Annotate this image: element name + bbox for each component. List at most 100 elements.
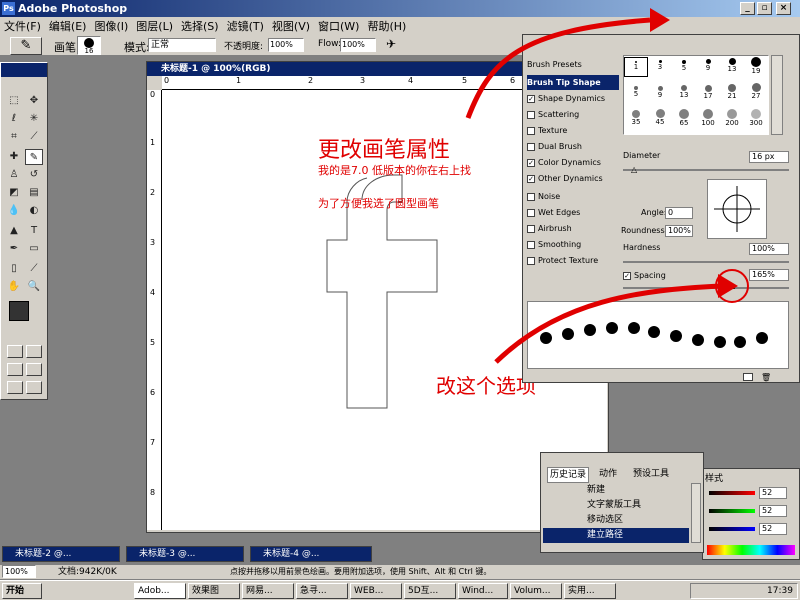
start-button[interactable]: 开始 xyxy=(2,583,42,599)
dodge-tool-icon[interactable]: ◐ xyxy=(25,203,43,219)
minimized-doc-3[interactable]: 未标题-3 @... xyxy=(126,546,244,562)
tip-3[interactable]: 3 xyxy=(648,57,672,77)
history-item-selected[interactable]: 建立路径 xyxy=(543,528,689,543)
new-brush-icon[interactable] xyxy=(743,373,753,381)
zoom-field[interactable]: 100% xyxy=(2,565,36,578)
green-slider[interactable] xyxy=(709,509,755,513)
tip-9[interactable]: 9 xyxy=(696,57,720,77)
blue-slider[interactable] xyxy=(709,527,755,531)
history-scrollbar[interactable] xyxy=(691,483,701,543)
flow-field[interactable]: 100% xyxy=(340,38,376,52)
scattering-checkbox[interactable] xyxy=(527,110,535,119)
tip-200[interactable]: 200 xyxy=(720,109,744,129)
tip-13[interactable]: 13 xyxy=(720,57,744,77)
hardness-slider[interactable] xyxy=(623,261,789,263)
menu-help[interactable]: 帮助(H) xyxy=(363,18,410,34)
jump-to-imageready-icon[interactable] xyxy=(7,381,23,394)
zoom-tool-icon[interactable]: 🔍 xyxy=(25,279,43,295)
brush-tool-icon[interactable]: ✎ xyxy=(25,149,43,165)
blue-field[interactable]: 52 xyxy=(759,523,787,535)
shape-dynamics-checkbox[interactable]: ✓ xyxy=(527,94,535,103)
taskbar-item[interactable]: 效果图 xyxy=(188,583,240,599)
menu-view[interactable]: 视图(V) xyxy=(268,18,314,34)
airbrush-checkbox[interactable] xyxy=(527,224,535,233)
menu-window[interactable]: 窗口(W) xyxy=(314,18,363,34)
taskbar-item[interactable]: Volum... xyxy=(510,583,562,599)
minimized-doc-4[interactable]: 未标题-4 @... xyxy=(250,546,372,562)
spacing-field[interactable]: 165% xyxy=(749,269,789,281)
menu-select[interactable]: 选择(S) xyxy=(177,18,223,34)
diameter-slider[interactable] xyxy=(623,169,789,171)
menu-file[interactable]: 文件(F) xyxy=(0,18,45,34)
diameter-slider-thumb[interactable]: △ xyxy=(631,165,637,174)
shape-dynamics-item[interactable]: ✓ Shape Dynamics xyxy=(527,91,619,106)
noise-item[interactable]: Noise xyxy=(527,189,619,204)
spacing-slider-thumb[interactable]: △ xyxy=(729,281,735,290)
screen-mode-standard-icon[interactable] xyxy=(7,363,23,376)
brush-picker[interactable]: 16 xyxy=(77,36,101,55)
taskbar-item[interactable]: Wind... xyxy=(458,583,508,599)
menu-layer[interactable]: 图层(L) xyxy=(132,18,177,34)
smoothing-item[interactable]: Smoothing xyxy=(527,237,619,252)
taskbar-item-photoshop[interactable]: Adob... xyxy=(134,583,186,599)
brush-tips-grid[interactable]: 1 3 5 9 13 19 5 9 13 17 21 27 35 45 65 1… xyxy=(623,55,769,135)
shape-tool-icon[interactable]: ▭ xyxy=(25,241,43,257)
diameter-field[interactable]: 16 px xyxy=(749,151,789,163)
roundness-field[interactable]: 100% xyxy=(665,225,693,237)
history-item[interactable]: 文字蒙版工具 xyxy=(543,498,689,513)
spacing-slider[interactable] xyxy=(623,287,789,289)
history-item[interactable]: 移动选区 xyxy=(543,513,689,528)
tip-1[interactable]: 1 xyxy=(624,57,648,77)
tip-5[interactable]: 5 xyxy=(672,57,696,77)
hand-tool-icon[interactable]: ✋ xyxy=(5,279,23,295)
marquee-tool-icon[interactable]: ⬚ xyxy=(5,93,23,109)
tab-history[interactable]: 历史记录 xyxy=(547,467,590,483)
red-field[interactable]: 52 xyxy=(759,487,787,499)
color-ramp[interactable] xyxy=(707,545,795,555)
taskbar-item[interactable]: 急寻... xyxy=(296,583,348,599)
scattering-item[interactable]: Scattering xyxy=(527,107,619,122)
tab-actions[interactable]: 动作 xyxy=(599,467,617,481)
tip-9-soft[interactable]: 9 xyxy=(648,83,672,103)
spacing-checkbox[interactable]: ✓ xyxy=(623,271,631,280)
pen-tool-icon[interactable]: ✒ xyxy=(5,241,23,257)
wet-edges-checkbox[interactable] xyxy=(527,208,535,217)
tip-5-soft[interactable]: 5 xyxy=(624,83,648,103)
screen-mode-full-icon[interactable] xyxy=(26,363,42,376)
texture-item[interactable]: Texture xyxy=(527,123,619,138)
wet-edges-item[interactable]: Wet Edges xyxy=(527,205,619,220)
type-tool-icon[interactable]: T xyxy=(25,223,43,239)
other-dynamics-checkbox[interactable]: ✓ xyxy=(527,174,535,183)
taskbar-item[interactable]: 5D互... xyxy=(404,583,456,599)
history-brush-icon[interactable]: ↺ xyxy=(25,167,43,183)
airbrush-item[interactable]: Airbrush xyxy=(527,221,619,236)
quickmask-mode-icon[interactable] xyxy=(26,345,42,358)
path-select-icon[interactable]: ▲ xyxy=(5,223,23,239)
tip-35[interactable]: 35 xyxy=(624,109,648,129)
eraser-tool-icon[interactable]: ◩ xyxy=(5,185,23,201)
history-item[interactable]: 新建 xyxy=(543,483,689,498)
brush-angle-preview[interactable] xyxy=(707,179,767,239)
crop-tool-icon[interactable]: ⌗ xyxy=(5,129,23,145)
move-tool-icon[interactable]: ✥ xyxy=(25,93,43,109)
tip-13-soft[interactable]: 13 xyxy=(672,83,696,103)
taskbar-item[interactable]: 实用... xyxy=(564,583,616,599)
other-dynamics-item[interactable]: ✓ Other Dynamics xyxy=(527,171,619,186)
standard-mode-icon[interactable] xyxy=(7,345,23,358)
tips-scrollbar[interactable] xyxy=(771,55,783,135)
tip-65[interactable]: 65 xyxy=(672,109,696,129)
tip-19[interactable]: 19 xyxy=(744,57,768,77)
tip-300[interactable]: 300 xyxy=(744,109,768,129)
brush-tool-preset[interactable]: ✎ xyxy=(10,37,42,55)
brush-presets-item[interactable]: Brush Presets xyxy=(527,57,619,72)
color-dynamics-checkbox[interactable]: ✓ xyxy=(527,158,535,167)
healing-brush-icon[interactable]: ✚ xyxy=(5,149,23,165)
minimized-doc-2[interactable]: 未标题-2 @... xyxy=(2,546,120,562)
blur-tool-icon[interactable]: 💧 xyxy=(5,203,23,219)
opacity-field[interactable]: 100% xyxy=(268,38,304,52)
magic-wand-icon[interactable]: ✳ xyxy=(25,111,43,127)
stamp-tool-icon[interactable]: ♙ xyxy=(5,167,23,183)
eyedropper-icon[interactable]: ⟋ xyxy=(25,261,43,277)
brush-tip-shape-item[interactable]: Brush Tip Shape xyxy=(527,75,619,90)
trash-icon[interactable]: 🗑 xyxy=(761,373,771,382)
